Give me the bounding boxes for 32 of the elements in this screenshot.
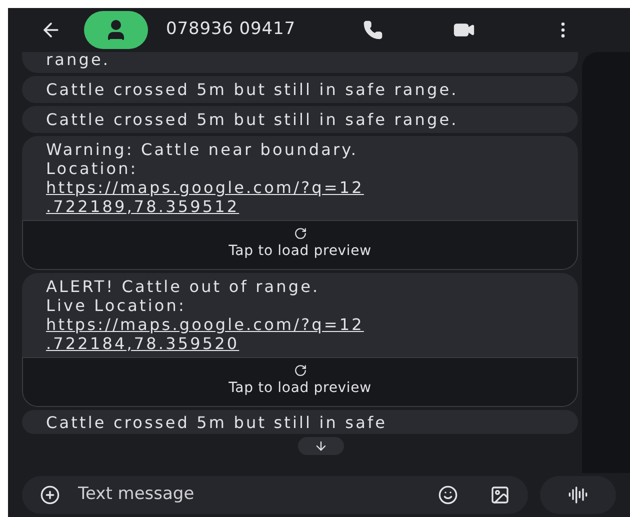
message-text: Warning: Cattle near boundary. Location: [46, 140, 358, 178]
link-preview[interactable]: Tap to load preview [22, 220, 578, 270]
emoji-icon[interactable] [438, 485, 458, 505]
waveform-icon [568, 485, 588, 505]
reload-icon [294, 364, 306, 377]
phone-icon[interactable] [363, 20, 384, 40]
contact-name: 078936 09417 [166, 18, 296, 42]
preview-label: Tap to load preview [228, 379, 372, 398]
location-link[interactable]: https://maps.google.com/?q=12 .722184,78.359520 [46, 315, 364, 353]
scroll-down-button[interactable] [298, 437, 344, 455]
message-input[interactable]: Text message [78, 482, 420, 508]
message-text: Cattle crossed 5m but still in safe [46, 413, 388, 432]
arrow-down-icon [314, 439, 328, 453]
preview-label: Tap to load preview [228, 242, 372, 261]
message-text: ALERT! Cattle out of range. Live Location: [46, 277, 320, 315]
message-bubble[interactable]: range. [22, 52, 578, 73]
avatar [84, 11, 148, 49]
message-bubble[interactable]: Cattle crossed 5m but still in safe range. [22, 106, 578, 133]
message-text: Cattle crossed 5m but still in safe range. [46, 80, 458, 99]
gallery-icon[interactable] [490, 485, 510, 505]
message-bubble[interactable]: Cattle crossed 5m but still in safe [22, 410, 578, 434]
message-text: range. [46, 52, 110, 69]
message-text: Cattle crossed 5m but still in safe range. [46, 110, 458, 129]
reload-icon [294, 227, 306, 240]
message-bubble[interactable]: Warning: Cattle near boundary. Location: https://maps.google.com/?q=12 .722189,78.359512 Tap to load preview [22, 136, 578, 270]
link-preview[interactable]: Tap to load preview [22, 357, 578, 407]
location-link[interactable]: https://maps.google.com/?q=12 .722189,78.359512 [46, 178, 364, 216]
message-bubble[interactable]: ALERT! Cattle out of range. Live Location: https://maps.google.com/?q=12 .722184,78.359520 Tap to load preview [22, 273, 578, 407]
message-bubble[interactable]: Cattle crossed 5m but still in safe range. [22, 76, 578, 103]
add-icon[interactable] [40, 485, 60, 505]
message-field[interactable]: Text message [22, 476, 528, 514]
voice-button[interactable] [540, 476, 616, 514]
